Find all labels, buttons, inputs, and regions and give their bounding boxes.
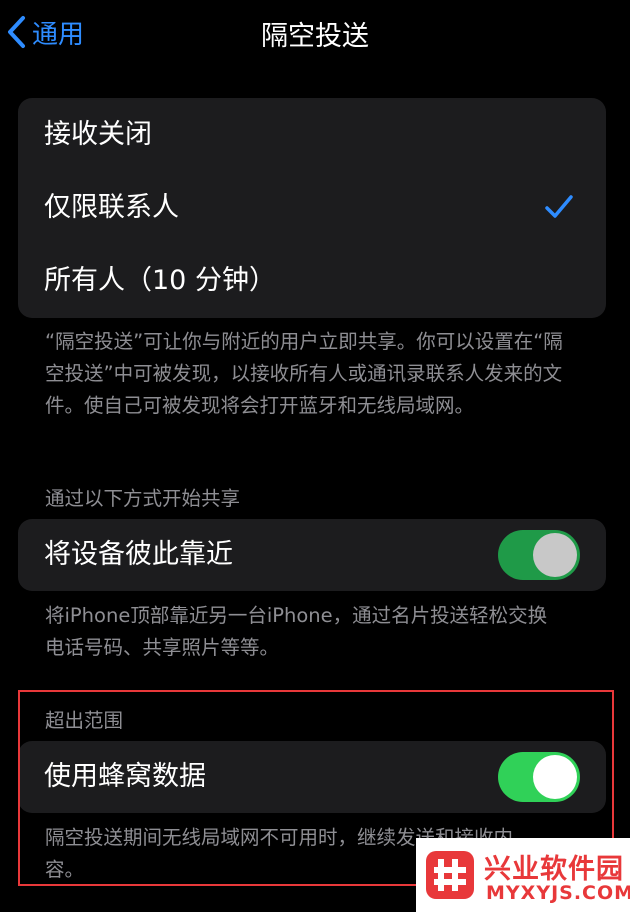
bring-devices-together-toggle[interactable] — [498, 530, 580, 580]
watermark-logo-icon — [426, 851, 474, 899]
watermark-name-en: MYXYJS.COM — [486, 882, 630, 904]
bring-devices-together-label: 将设备彼此靠近 — [44, 539, 233, 570]
share-section-header: 通过以下方式开始共享 — [45, 487, 241, 510]
receive-footnote: “隔空投送”可让你与附近的用户立即共享。你可以设置在“隔空投送”中可被发现，以接… — [45, 330, 563, 417]
nav-bar: 通用 隔空投送 — [0, 0, 630, 66]
receive-options-group: 接收关闭 仅限联系人 所有人（10 分钟） — [18, 98, 606, 318]
share-group: 将设备彼此靠近 — [18, 519, 606, 591]
bring-devices-together-row: 将设备彼此靠近 — [18, 519, 606, 591]
option-receiving-off[interactable]: 接收关闭 — [18, 98, 606, 172]
option-everyone-10min[interactable]: 所有人（10 分钟） — [18, 244, 606, 318]
share-footnote: 将iPhone顶部靠近另一台iPhone，通过名片投送轻松交换电话号码、共享照片… — [45, 604, 548, 659]
toggle-knob — [533, 533, 577, 577]
checkmark-icon — [545, 195, 573, 218]
watermark-name-cn: 兴业软件园 — [484, 854, 624, 885]
option-contacts-only[interactable]: 仅限联系人 — [18, 171, 606, 245]
watermark: 兴业软件园 MYXYJS.COM — [416, 838, 630, 912]
option-label: 仅限联系人 — [44, 192, 179, 223]
option-label: 接收关闭 — [44, 119, 152, 150]
page-title: 隔空投送 — [261, 21, 369, 52]
option-label: 所有人（10 分钟） — [44, 265, 276, 296]
